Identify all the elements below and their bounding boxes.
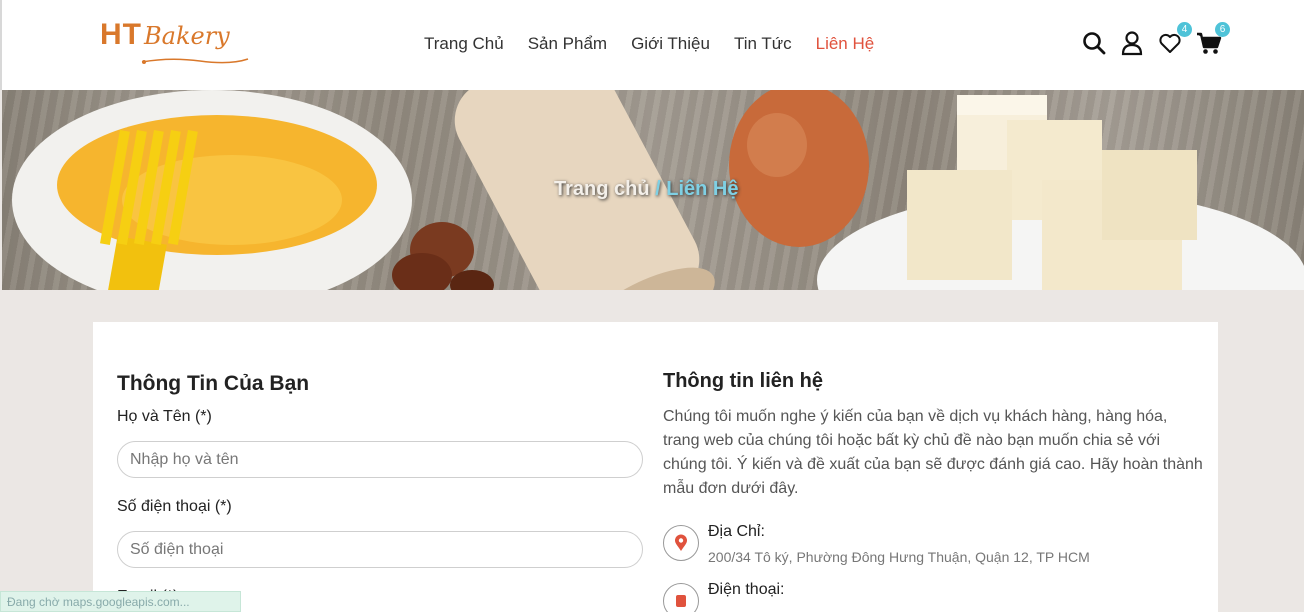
search-icon[interactable] — [1082, 30, 1106, 56]
contact-info-title: Thông tin liên hệ — [663, 370, 823, 392]
form-title: Thông Tin Của Bạn — [117, 372, 310, 395]
nav-news[interactable]: Tin Tức — [734, 34, 792, 54]
user-icon[interactable] — [1120, 30, 1144, 56]
wishlist-count-badge: 4 — [1177, 22, 1192, 37]
contact-card: Thông Tin Của Bạn Họ và Tên (*) Số điện … — [93, 322, 1218, 612]
phone-input[interactable] — [117, 531, 643, 568]
location-pin-icon — [663, 525, 699, 561]
address-row: Địa Chỉ: 200/34 Tô ký, Phường Đông Hưng … — [663, 523, 1203, 565]
browser-status-bar: Đang chờ maps.googleapis.com... — [0, 591, 241, 612]
nav-products[interactable]: Sản Phẩm — [528, 34, 607, 54]
phone-icon — [663, 583, 699, 612]
logo-ht: HT — [100, 18, 142, 51]
breadcrumb-separator: / — [655, 178, 661, 200]
address-label: Địa Chỉ: — [708, 523, 765, 540]
heart-icon[interactable]: 4 — [1158, 22, 1192, 56]
nav-home[interactable]: Trang Chủ — [424, 34, 504, 54]
name-label: Họ và Tên (*) — [117, 408, 212, 425]
main-nav: Trang Chủ Sản Phẩm Giới Thiệu Tin Tức Li… — [424, 34, 898, 54]
page-banner: Trang chủ / Liên Hệ — [2, 90, 1304, 290]
contact-info: Thông tin liên hệ Chúng tôi muốn nghe ý … — [663, 370, 1203, 612]
phone-label: Số điện thoại (*) — [117, 498, 232, 515]
phone-info-label: Điện thoại: — [708, 581, 785, 598]
cart-count-badge: 6 — [1215, 22, 1230, 37]
nav-about[interactable]: Giới Thiệu — [631, 34, 710, 54]
breadcrumb: Trang chủ / Liên Hệ — [554, 178, 739, 201]
logo[interactable]: HT Bakery — [100, 18, 249, 64]
contact-form: Thông Tin Của Bạn Họ và Tên (*) Số điện … — [117, 372, 643, 612]
breadcrumb-current: Liên Hệ — [666, 178, 739, 200]
name-input[interactable] — [117, 441, 643, 478]
breadcrumb-home[interactable]: Trang chủ — [554, 178, 650, 200]
cart-icon[interactable]: 6 — [1196, 22, 1230, 56]
address-value: 200/34 Tô ký, Phường Đông Hưng Thuận, Qu… — [708, 549, 1090, 565]
site-header: HT Bakery Trang Chủ Sản Phẩm Giới Thiệu … — [0, 0, 1304, 90]
nav-contact[interactable]: Liên Hệ — [816, 34, 875, 54]
header-icons: 4 6 — [1082, 22, 1230, 56]
contact-description: Chúng tôi muốn nghe ý kiến của bạn về dị… — [663, 408, 1203, 497]
logo-bakery: Bakery — [144, 22, 230, 50]
phone-row: Điện thoại: — [663, 581, 1203, 612]
logo-swash — [141, 58, 249, 64]
